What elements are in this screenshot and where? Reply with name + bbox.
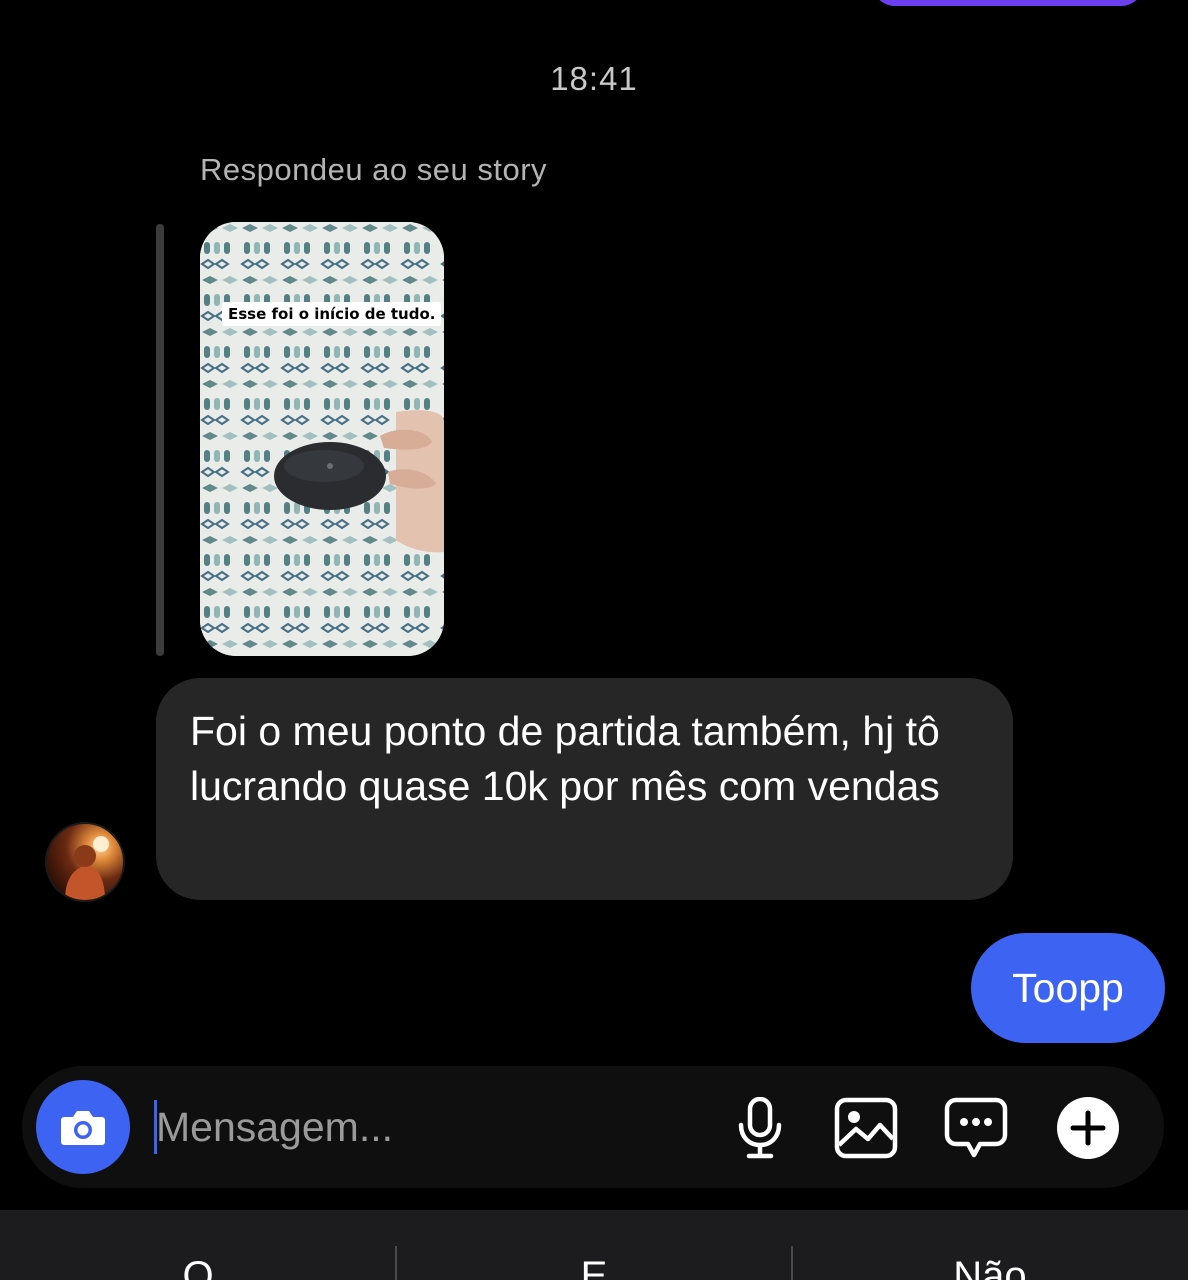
message-timestamp: 18:41 bbox=[550, 60, 638, 97]
message-composer bbox=[22, 1066, 1164, 1188]
camera-icon bbox=[61, 1111, 105, 1145]
message-input[interactable] bbox=[156, 1096, 696, 1158]
sticker-icon bbox=[944, 1097, 1008, 1158]
suggestion-2[interactable]: E bbox=[396, 1254, 792, 1280]
story-image bbox=[200, 222, 444, 656]
more-options-button[interactable] bbox=[1054, 1094, 1122, 1162]
story-thumbnail[interactable]: Esse foi o início de tudo. bbox=[200, 222, 444, 656]
reply-indicator-bar bbox=[156, 224, 164, 656]
suggestion-1[interactable]: O bbox=[0, 1254, 396, 1280]
sticker-button[interactable] bbox=[942, 1094, 1010, 1162]
avatar-image bbox=[65, 836, 109, 900]
received-message-bubble[interactable]: Foi o meu ponto de partida também, hj tô… bbox=[156, 678, 1013, 900]
plus-icon bbox=[1057, 1097, 1119, 1159]
microphone-button[interactable] bbox=[726, 1094, 794, 1162]
microphone-icon bbox=[738, 1097, 782, 1159]
previous-sent-message-bubble[interactable] bbox=[872, 0, 1144, 6]
suggestion-3[interactable]: Não bbox=[792, 1254, 1188, 1280]
avatar[interactable] bbox=[45, 822, 125, 902]
sent-message-text: Toopp bbox=[1012, 965, 1124, 1011]
gallery-icon bbox=[834, 1097, 898, 1159]
story-reply-label: Respondeu ao seu story bbox=[200, 152, 548, 187]
camera-button[interactable] bbox=[36, 1080, 130, 1174]
chat-screen: 18:41 Respondeu ao seu story Esse foi o … bbox=[0, 0, 1188, 1280]
received-message-text: Foi o meu ponto de partida também, hj tô… bbox=[190, 708, 940, 809]
sent-message-bubble[interactable]: Toopp bbox=[971, 933, 1165, 1043]
keyboard-suggestion-bar: O E Não bbox=[0, 1210, 1188, 1280]
story-caption: Esse foi o início de tudo. bbox=[222, 302, 442, 326]
gallery-button[interactable] bbox=[832, 1094, 900, 1162]
